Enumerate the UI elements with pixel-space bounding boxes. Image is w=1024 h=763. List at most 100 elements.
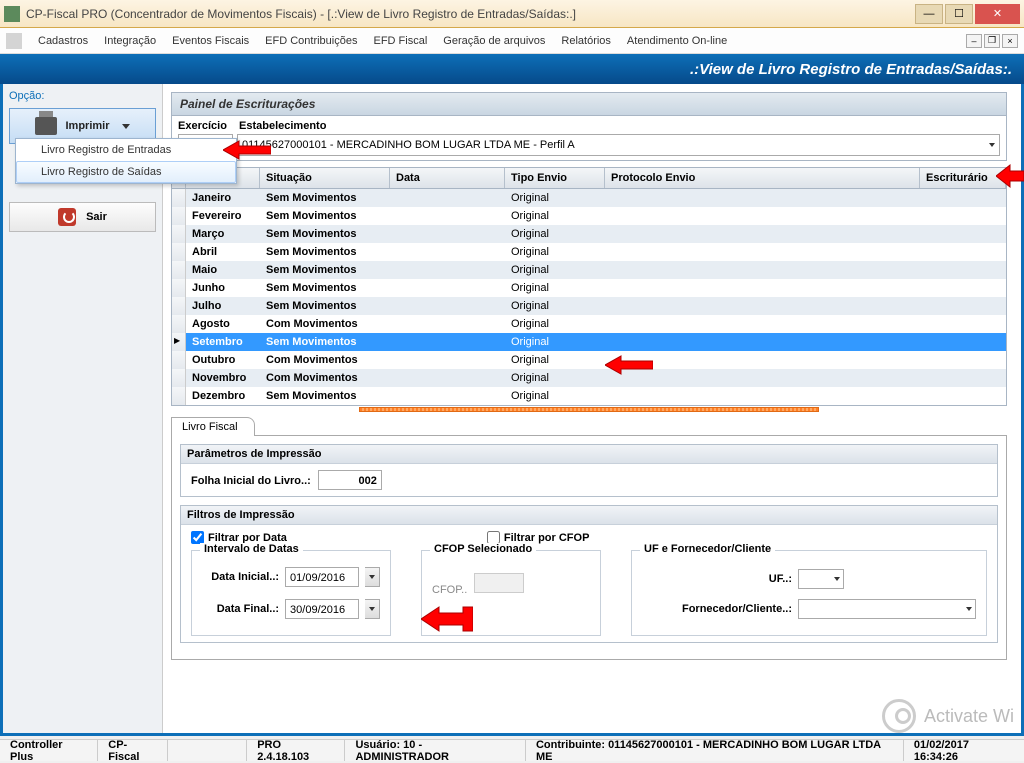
grid-row[interactable]: OutubroCom MovimentosOriginal xyxy=(172,351,1006,369)
menu-relatorios[interactable]: Relatórios xyxy=(553,31,619,51)
exercicio-label: Exercício xyxy=(178,120,233,132)
content-area: Painel de Escriturações Exercício Estabe… xyxy=(163,84,1021,733)
data-final-label: Data Final..: xyxy=(202,603,279,615)
window-close-button[interactable]: ✕ xyxy=(975,4,1020,24)
grid-header-protocolo[interactable]: Protocolo Envio xyxy=(605,168,920,188)
grid-row[interactable]: DezembroSem MovimentosOriginal xyxy=(172,387,1006,405)
menu-cadastros[interactable]: Cadastros xyxy=(30,31,96,51)
status-datetime: 01/02/2017 16:34:26 xyxy=(904,740,1024,761)
power-icon xyxy=(58,208,76,226)
grid-header-situacao[interactable]: Situação xyxy=(260,168,390,188)
data-final-caret[interactable] xyxy=(365,599,380,619)
grid-cell-tipo: Original xyxy=(505,228,605,240)
fornecedor-label: Fornecedor/Cliente..: xyxy=(642,603,792,615)
window-maximize-button[interactable]: ☐ xyxy=(945,4,973,24)
window-titlebar: CP-Fiscal PRO (Concentrador de Movimento… xyxy=(0,0,1024,28)
grid-row[interactable]: MarçoSem MovimentosOriginal xyxy=(172,225,1006,243)
grid-cell-situacao: Sem Movimentos xyxy=(260,246,390,258)
intervalo-datas-title: Intervalo de Datas xyxy=(200,543,303,555)
grid-cell-situacao: Sem Movimentos xyxy=(260,210,390,222)
grid-cell-situacao: Sem Movimentos xyxy=(260,228,390,240)
grid-cell-mes: Abril xyxy=(186,246,260,258)
estabelecimento-select[interactable]: 01145627000101 - MERCADINHO BOM LUGAR LT… xyxy=(237,134,1000,156)
grid-row[interactable]: FevereiroSem MovimentosOriginal xyxy=(172,207,1006,225)
intervalo-datas-group: Intervalo de Datas Data Inicial..: 01/09… xyxy=(191,550,391,636)
grid-row-indicator xyxy=(172,225,186,243)
menu-efd-fiscal[interactable]: EFD Fiscal xyxy=(365,31,435,51)
mdi-minimize-button[interactable]: – xyxy=(966,34,982,48)
grid-row[interactable]: AgostoCom MovimentosOriginal xyxy=(172,315,1006,333)
grid-row[interactable]: JulhoSem MovimentosOriginal xyxy=(172,297,1006,315)
menu-efd-contribuicoes[interactable]: EFD Contribuições xyxy=(257,31,365,51)
grid-row[interactable]: SetembroSem MovimentosOriginal xyxy=(172,333,1006,351)
grid-row[interactable]: AbrilSem Movimentos Original xyxy=(172,243,1006,261)
grid-row[interactable]: NovembroCom MovimentosOriginal xyxy=(172,369,1006,387)
filtros-header: Filtros de Impressão xyxy=(181,506,997,525)
imprimir-label: Imprimir xyxy=(65,120,109,132)
grid-header-data[interactable]: Data xyxy=(390,168,505,188)
folha-inicial-input[interactable]: 002 xyxy=(318,470,382,490)
annotation-arrow-icon xyxy=(421,604,473,634)
grid-row-indicator xyxy=(172,189,186,207)
menu-atendimento-online[interactable]: Atendimento On-line xyxy=(619,31,735,51)
uf-title: UF e Fornecedor/Cliente xyxy=(640,543,775,555)
watermark-text: Activate Wi xyxy=(924,706,1014,727)
data-final-input[interactable]: 30/09/2016 xyxy=(285,599,359,619)
status-usuario: Usuário: 10 - ADMINISTRADOR xyxy=(345,740,525,761)
grid-row-indicator xyxy=(172,351,186,369)
cfop-title: CFOP Selecionado xyxy=(430,543,536,555)
grid-row[interactable]: MaioSem MovimentosOriginal xyxy=(172,261,1006,279)
grid-cell-mes: Julho xyxy=(186,300,260,312)
grid-row[interactable]: JunhoSem MovimentosOriginal xyxy=(172,279,1006,297)
folha-inicial-label: Folha Inicial do Livro..: xyxy=(191,475,311,487)
grid-cell-tipo: Original xyxy=(505,372,605,384)
grid-row-indicator xyxy=(172,369,186,387)
grid-cell-mes: Junho xyxy=(186,282,260,294)
menu-integracao[interactable]: Integração xyxy=(96,31,164,51)
grid-row-indicator xyxy=(172,207,186,225)
app-icon xyxy=(4,6,20,22)
escrituracoes-grid: Mês Situação Data Tipo Envio Protocolo E… xyxy=(171,167,1007,406)
tab-livro-fiscal[interactable]: Livro Fiscal xyxy=(171,417,255,436)
data-inicial-caret[interactable] xyxy=(365,567,380,587)
panel-escrituracoes-header: Painel de Escriturações xyxy=(171,92,1007,116)
grid-cell-tipo: Original xyxy=(505,390,605,402)
menu-eventos-fiscais[interactable]: Eventos Fiscais xyxy=(164,31,257,51)
uf-group: UF e Fornecedor/Cliente UF..: Fornecedor… xyxy=(631,550,987,636)
fornecedor-select[interactable] xyxy=(798,599,976,619)
imprimir-dropdown: Livro Registro de Entradas Livro Registr… xyxy=(15,138,237,184)
grid-cell-situacao: Com Movimentos xyxy=(260,372,390,384)
data-inicial-label: Data Inicial..: xyxy=(202,571,279,583)
window-minimize-button[interactable]: — xyxy=(915,4,943,24)
uf-select[interactable] xyxy=(798,569,844,589)
mdi-close-button[interactable]: × xyxy=(1002,34,1018,48)
grid-cell-tipo: Original xyxy=(505,318,605,330)
dropdown-item-entradas[interactable]: Livro Registro de Entradas xyxy=(16,139,236,161)
grid-header-tipo[interactable]: Tipo Envio xyxy=(505,168,605,188)
grid-row-indicator xyxy=(172,333,186,351)
grid-cell-situacao: Sem Movimentos xyxy=(260,300,390,312)
sair-label: Sair xyxy=(86,211,107,223)
dropdown-item-saidas[interactable]: Livro Registro de Saídas xyxy=(16,161,236,183)
sidebar: Opção: Imprimir Livro Registro de Entrad… xyxy=(3,84,163,733)
data-inicial-input[interactable]: 01/09/2016 xyxy=(285,567,359,587)
filtros-fieldset: Filtros de Impressão Filtrar por Data Fi… xyxy=(180,505,998,643)
mdi-restore-button[interactable]: ❐ xyxy=(984,34,1000,48)
menu-geracao-arquivos[interactable]: Geração de arquivos xyxy=(435,31,553,51)
grid-cell-mes: Agosto xyxy=(186,318,260,330)
grid-cell-tipo: Original xyxy=(505,246,605,258)
grid-row-indicator xyxy=(172,243,186,261)
grid-cell-situacao: Sem Movimentos xyxy=(260,390,390,402)
annotation-arrow-icon xyxy=(605,354,653,376)
grid-row[interactable]: JaneiroSem MovimentosOriginal xyxy=(172,189,1006,207)
grid-row-indicator xyxy=(172,279,186,297)
uf-label: UF..: xyxy=(642,573,792,585)
grid-cell-tipo: Original xyxy=(505,264,605,276)
dropdown-caret-icon xyxy=(122,124,130,129)
parametros-fieldset: Parâmetros de Impressão Folha Inicial do… xyxy=(180,444,998,497)
sair-button[interactable]: Sair xyxy=(9,202,156,232)
splitter[interactable] xyxy=(171,406,1007,413)
grid-row-indicator xyxy=(172,315,186,333)
grid-header-escrituario[interactable]: Escriturário xyxy=(920,168,1006,188)
grid-cell-situacao: Sem Movimentos xyxy=(260,192,390,204)
